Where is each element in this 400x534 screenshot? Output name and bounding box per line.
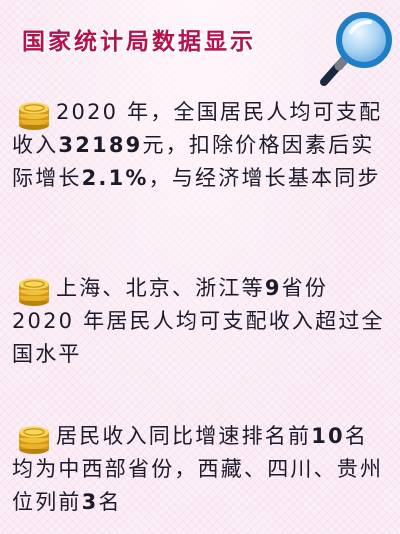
stat-number: 2.1% xyxy=(81,166,149,190)
stat-text-2: 上海、北京、浙江等9省份 2020 年居民人均可支配收入超过全国水平 xyxy=(12,272,390,371)
stat-number: 10 xyxy=(311,424,345,448)
stat-number: 3 xyxy=(81,490,99,514)
stat-item-1: 2020 年，全国居民人均可支配收入32189元，扣除价格因素后实际增长2.1%… xyxy=(12,96,390,195)
stat-item-2: 上海、北京、浙江等9省份 2020 年居民人均可支配收入超过全国水平 xyxy=(12,272,390,371)
stat-number: 9 xyxy=(264,276,282,300)
page-title: 国家统计局数据显示 xyxy=(22,29,256,55)
stat-text-segment: 居民收入同比增速排名前 xyxy=(56,424,312,448)
stat-number: 32189 xyxy=(58,133,143,157)
stat-text-3: 居民收入同比增速排名前10名均为中西部省份，西藏、四川、贵州位列前3名 xyxy=(12,420,390,519)
stat-text-1: 2020 年，全国居民人均可支配收入32189元，扣除价格因素后实际增长2.1%… xyxy=(12,96,390,195)
stat-text-segment: 名 xyxy=(98,490,122,514)
coin-stack-icon xyxy=(19,426,49,454)
header: 国家统计局数据显示 xyxy=(0,0,400,86)
stat-text-segment: ，与经济增长基本同步 xyxy=(148,166,381,190)
coin-stack-icon xyxy=(19,278,49,306)
stat-text-segment: 上海、北京、浙江等 xyxy=(56,276,265,300)
coin-stack-icon xyxy=(19,102,49,130)
magnifier-icon xyxy=(320,12,392,86)
stat-item-3: 居民收入同比增速排名前10名均为中西部省份，西藏、四川、贵州位列前3名 xyxy=(12,420,390,519)
